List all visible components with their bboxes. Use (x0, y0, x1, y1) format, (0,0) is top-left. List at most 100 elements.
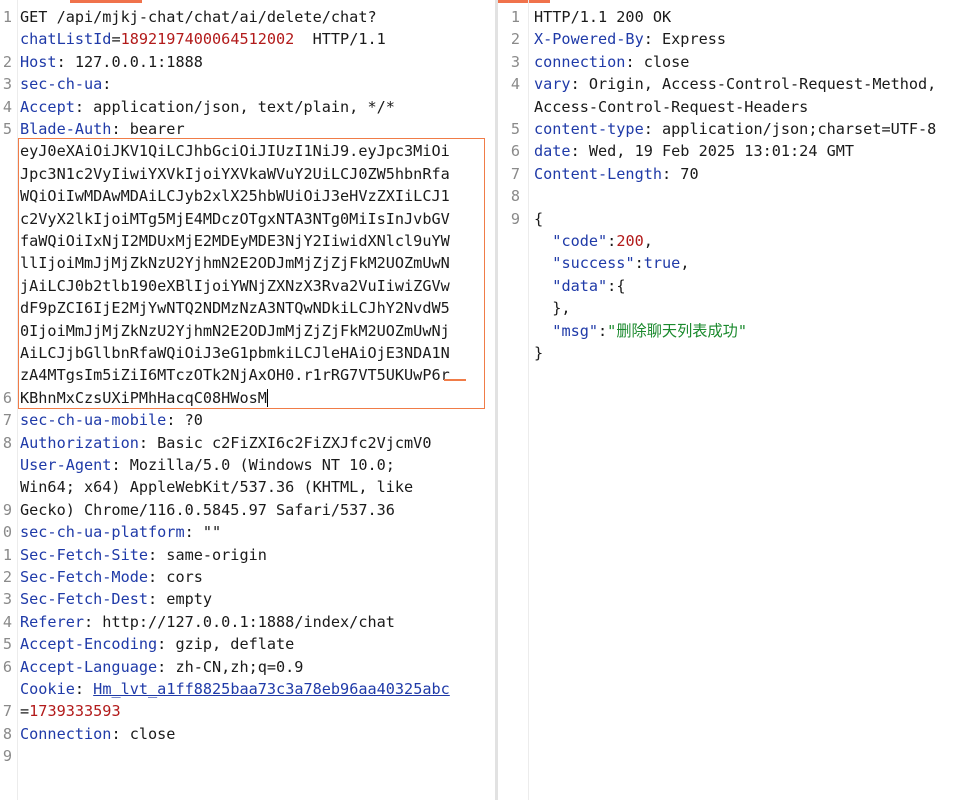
line-text: date: Wed, 19 Feb 2025 13:01:24 GMT (534, 140, 854, 162)
token: { (534, 209, 544, 228)
request-line[interactable]: 2 Sec-Fetch-Mode: cors (0, 566, 496, 588)
line-text: =1739333593 (20, 700, 121, 722)
line-number: 0 (2, 523, 12, 542)
request-line[interactable]: 9 (0, 745, 496, 767)
token: : (102, 75, 112, 94)
token: = (111, 30, 121, 49)
line-text: Access-Control-Request-Headers (534, 96, 808, 118)
request-pane[interactable]: 1 GET /api/mjkj-chat/chat/ai/delete/chat?… (0, 0, 496, 800)
line-text: Authorization: Basic c2FiZXI6c2FiZXJfc2V… (20, 432, 431, 454)
response-line[interactable]: 6 date: Wed, 19 Feb 2025 13:01:24 GMT (498, 140, 974, 162)
response-line[interactable]: 3 connection: close (498, 51, 974, 73)
line-text: Gecko) Chrome/116.0.5845.97 Safari/537.3… (20, 499, 395, 521)
token: : application/json;charset=UTF-8 (643, 120, 937, 138)
line-number: 9 (2, 500, 12, 519)
request-line[interactable]: 9 Gecko) Chrome/116.0.5845.97 Safari/537.… (0, 499, 496, 521)
request-line[interactable]: 5 Accept-Encoding: gzip, deflate (0, 633, 496, 655)
request-line[interactable]: 7 sec-ch-ua-mobile: ?0 (0, 409, 496, 431)
response-line[interactable]: 8 (498, 185, 974, 207)
token: sec-ch-ua-platform (20, 523, 185, 542)
line-number: 9 (510, 209, 520, 228)
line-text: Win64; x64) AppleWebKit/537.36 (KHTML, l… (20, 476, 413, 498)
request-line[interactable]: 8 Connection: close (0, 723, 496, 745)
token: chatListId (20, 30, 112, 49)
line-text: content-type: application/json;charset=U… (534, 118, 936, 140)
token: HTTP/1.1 200 OK (534, 8, 672, 26)
request-line[interactable]: 1 Sec-Fetch-Site: same-origin (0, 544, 496, 566)
request-line[interactable]: 7 =1739333593 (0, 700, 496, 722)
response-line[interactable]: 4 vary: Origin, Access-Control-Request-Me… (498, 73, 974, 95)
token: : "" (184, 523, 222, 542)
request-line[interactable]: 8 Authorization: Basic c2FiZXI6c2FiZXJfc2… (0, 432, 496, 454)
line-number: 1 (510, 8, 520, 26)
response-pane[interactable]: 1 HTTP/1.1 200 OK 2 X-Powered-By: Express 3 c… (498, 0, 974, 800)
line-number: 1 (2, 545, 12, 564)
line-text: Sec-Fetch-Mode: cors (20, 566, 203, 588)
line-text: "code":200, (534, 230, 653, 252)
line-number: 8 (510, 187, 520, 206)
request-line[interactable]: User-Agent: Mozilla/5.0 (Windows NT 10.0… (0, 454, 496, 476)
token: , (680, 254, 690, 273)
line-text: "msg":"删除聊天列表成功" (534, 320, 747, 342)
token: Sec-Fetch-Mode (20, 568, 149, 586)
token: true (643, 254, 681, 273)
request-line[interactable]: 1 GET /api/mjkj-chat/chat/ai/delete/chat? (0, 6, 496, 28)
auth-token-highlight (18, 138, 485, 409)
token: Win64; x64) AppleWebKit/537.36 (KHTML, l… (20, 478, 414, 497)
request-line[interactable]: 2 Host: 127.0.0.1:1888 (0, 51, 496, 73)
line-number: 2 (2, 568, 12, 586)
token: vary (534, 75, 571, 94)
request-line[interactable]: 4 Accept: application/json, text/plain, *… (0, 96, 496, 118)
request-line[interactable]: Cookie: Hm_lvt_a1ff8825baa73c3a78eb96aa4… (0, 678, 496, 700)
line-text: Accept: application/json, text/plain, */… (20, 96, 395, 118)
line-text: sec-ch-ua-platform: "" (20, 521, 221, 543)
line-number: 2 (510, 30, 520, 49)
line-text: Cookie: Hm_lvt_a1ff8825baa73c3a78eb96aa4… (20, 678, 450, 700)
token: Gecko) Chrome/116.0.5845.97 Safari/537.3… (20, 500, 395, 519)
response-line[interactable]: "success":true, (498, 252, 974, 274)
line-number: 4 (510, 75, 520, 94)
response-line[interactable]: "data":{ (498, 275, 974, 297)
response-line[interactable]: } (498, 342, 974, 364)
token: : bearer (111, 120, 185, 138)
response-line[interactable]: 5 content-type: application/json;charset=… (498, 118, 974, 140)
line-number: 3 (510, 52, 520, 71)
response-line[interactable]: 9{ (498, 208, 974, 230)
token: Cookie (20, 680, 75, 698)
token: "data" (552, 276, 608, 295)
request-line[interactable]: 6 Accept-Language: zh-CN,zh;q=0.9 (0, 656, 496, 678)
response-line[interactable]: "msg":"删除聊天列表成功" (498, 320, 974, 342)
line-number: 6 (2, 657, 12, 676)
token: connection (534, 52, 626, 71)
request-line[interactable]: Win64; x64) AppleWebKit/537.36 (KHTML, l… (0, 476, 496, 498)
response-line[interactable]: 2 X-Powered-By: Express (498, 28, 974, 50)
request-line[interactable]: 3 Sec-Fetch-Dest: empty (0, 588, 496, 610)
token: Accept (20, 97, 75, 116)
request-line[interactable]: 0 sec-ch-ua-platform: "" (0, 521, 496, 543)
token: "success" (552, 254, 635, 273)
response-line[interactable]: Access-Control-Request-Headers (498, 96, 974, 118)
token: = (20, 702, 30, 721)
line-text: Referer: http://127.0.0.1:1888/index/cha… (20, 611, 395, 633)
request-line[interactable]: 3 sec-ch-ua: (0, 73, 496, 95)
line-number: 5 (2, 120, 12, 138)
line-text: } (534, 342, 543, 364)
line-text: sec-ch-ua: (20, 73, 111, 95)
token: : close (111, 724, 176, 743)
request-line[interactable]: chatListId=1892197400064512002 HTTP/1.1 (0, 28, 496, 50)
response-line[interactable]: "code":200, (498, 230, 974, 252)
token: Sec-Fetch-Site (20, 545, 149, 564)
token: : application/json, text/plain, */* (74, 97, 395, 116)
token: sec-ch-ua (20, 75, 103, 94)
request-line[interactable]: 4 Referer: http://127.0.0.1:1888/index/ch… (0, 611, 496, 633)
token: X-Powered-By (534, 30, 644, 49)
response-line[interactable]: 1 HTTP/1.1 200 OK (498, 6, 974, 28)
response-line[interactable]: }, (498, 297, 974, 319)
token: : Wed, 19 Feb 2025 13:01:24 GMT (570, 142, 855, 161)
token: , (643, 232, 653, 250)
response-line[interactable]: 7 Content-Length: 70 (498, 163, 974, 185)
token: GET /api/mjkj-chat/chat/ai/delete/chat? (20, 8, 377, 26)
token: : Origin, Access-Control-Request-Method, (570, 75, 937, 94)
